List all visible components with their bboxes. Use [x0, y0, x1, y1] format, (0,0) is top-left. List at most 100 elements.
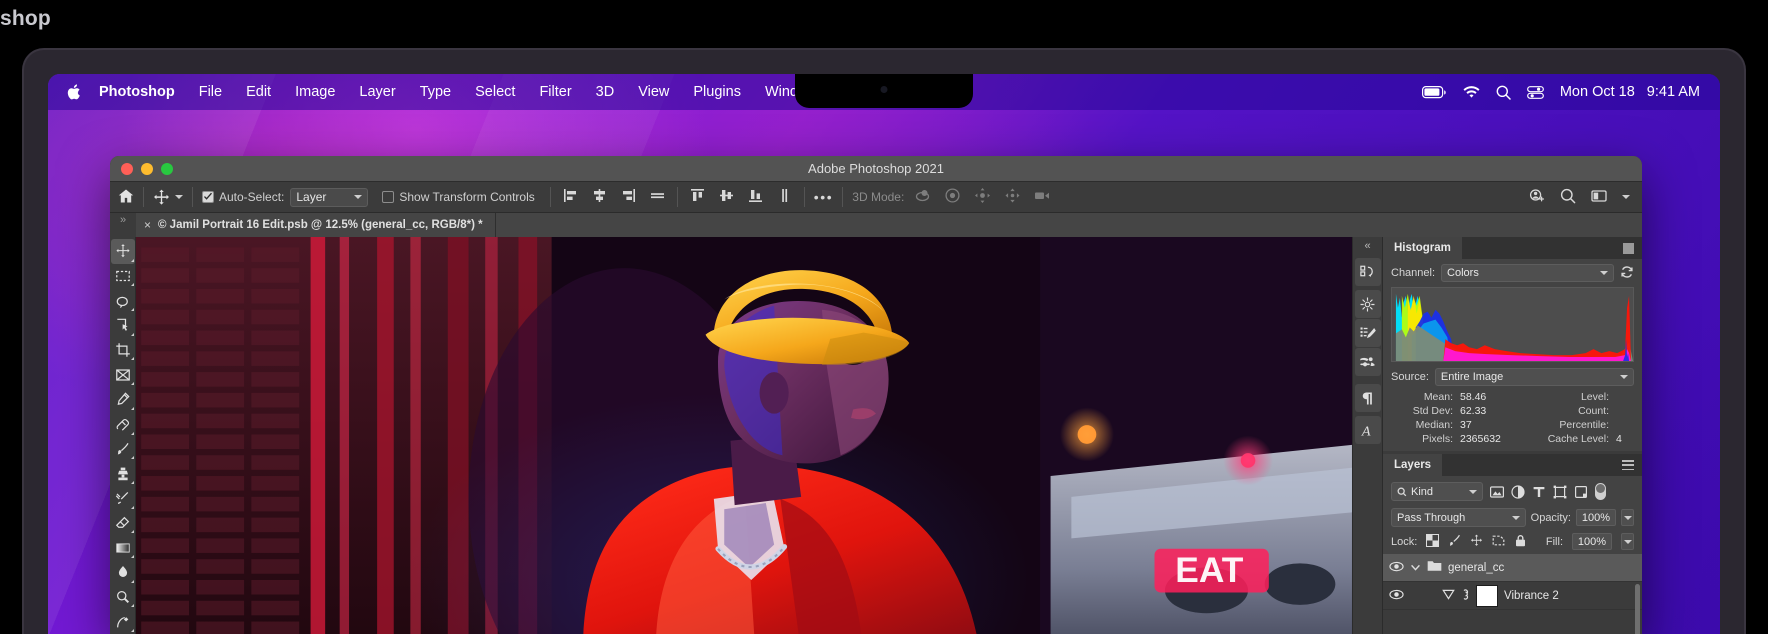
spot-healing-brush-tool[interactable] — [111, 412, 135, 437]
align-top-edges-icon[interactable] — [690, 188, 705, 206]
panel-menu-icon[interactable] — [1622, 454, 1642, 476]
wifi-icon[interactable] — [1463, 85, 1480, 99]
apple-logo-icon[interactable] — [66, 83, 81, 101]
window-title-bar[interactable]: Adobe Photoshop 2021 — [110, 156, 1642, 182]
source-dropdown[interactable]: Entire Image — [1434, 368, 1634, 386]
menu-item-file[interactable]: File — [187, 84, 234, 100]
share-icon[interactable] — [1529, 188, 1545, 207]
channel-dropdown[interactable]: Colors — [1441, 264, 1614, 282]
brush-settings-panel-icon[interactable] — [1354, 348, 1381, 376]
frame-tool[interactable] — [111, 362, 135, 387]
fill-stepper[interactable] — [1621, 533, 1634, 550]
3d-slide-icon[interactable] — [1004, 187, 1021, 207]
lock-image-pixels-icon[interactable] — [1448, 534, 1461, 550]
control-center-icon[interactable] — [1526, 85, 1544, 99]
eyedropper-tool[interactable] — [111, 387, 135, 412]
menu-bar-clock[interactable]: Mon Oct 18 9:41 AM — [1560, 84, 1700, 100]
distribute-horizontally-icon[interactable] — [650, 188, 665, 206]
align-horizontal-centers-icon[interactable] — [592, 188, 607, 206]
close-icon[interactable]: × — [144, 218, 151, 232]
pen-tool[interactable] — [111, 609, 135, 634]
brush-tool[interactable] — [111, 437, 135, 462]
crop-tool[interactable] — [111, 338, 135, 363]
align-left-edges-icon[interactable] — [563, 188, 578, 206]
menu-item-select[interactable]: Select — [463, 84, 527, 100]
opacity-value[interactable]: 100% — [1576, 509, 1616, 526]
fill-value[interactable]: 100% — [1572, 533, 1612, 550]
dodge-tool[interactable] — [111, 585, 135, 610]
layer-visibility-icon[interactable] — [1389, 587, 1404, 605]
minimize-button[interactable] — [141, 162, 153, 175]
document-canvas[interactable]: EAT — [136, 237, 1352, 634]
lasso-tool[interactable] — [111, 288, 135, 313]
paragraph-panel-icon[interactable] — [1354, 384, 1381, 412]
menu-item-type[interactable]: Type — [408, 84, 463, 100]
layer-list-scrollbar[interactable] — [1635, 584, 1640, 634]
distribute-vertically-icon[interactable] — [777, 188, 792, 206]
search-icon[interactable] — [1560, 188, 1576, 207]
panel-menu-icon[interactable] — [1623, 237, 1642, 259]
filter-adjustment-icon[interactable] — [1511, 484, 1525, 499]
blend-mode-dropdown[interactable]: Pass Through — [1391, 508, 1526, 527]
lock-transparent-pixels-icon[interactable] — [1426, 533, 1440, 550]
3d-camera-icon[interactable] — [1034, 187, 1051, 207]
active-tool-move-icon[interactable] — [153, 189, 183, 206]
menu-item-view[interactable]: View — [626, 84, 681, 100]
blur-tool[interactable] — [111, 560, 135, 585]
menu-item-3d[interactable]: 3D — [584, 84, 627, 100]
layer-visibility-icon[interactable] — [1389, 559, 1404, 577]
chevron-down-icon[interactable] — [175, 195, 183, 199]
show-transform-controls-checkbox[interactable] — [382, 191, 395, 203]
align-vertical-centers-icon[interactable] — [719, 188, 734, 206]
3d-pan-icon[interactable] — [974, 187, 991, 207]
collapse-panels-button[interactable]: « — [1364, 239, 1370, 254]
table-row[interactable]: Vibrance 2 — [1383, 582, 1642, 610]
home-icon[interactable] — [118, 188, 134, 207]
gradient-tool[interactable] — [111, 535, 135, 560]
battery-icon[interactable] — [1421, 85, 1447, 99]
filter-enable-toggle[interactable] — [1595, 483, 1606, 500]
rectangular-marquee-tool[interactable] — [111, 264, 135, 289]
refresh-icon[interactable] — [1620, 265, 1634, 282]
menu-item-edit[interactable]: Edit — [234, 84, 283, 100]
document-tab[interactable]: × © Jamil Portrait 16 Edit.psb @ 12.5% (… — [136, 213, 496, 237]
opacity-stepper[interactable] — [1621, 509, 1634, 526]
history-brush-tool[interactable] — [111, 486, 135, 511]
workspace-icon[interactable] — [1591, 188, 1607, 207]
filter-shape-icon[interactable] — [1553, 485, 1567, 499]
group-disclosure-icon[interactable] — [1410, 564, 1421, 571]
align-bottom-edges-icon[interactable] — [748, 188, 763, 206]
menu-item-filter[interactable]: Filter — [527, 84, 583, 100]
table-row[interactable]: general_cc — [1383, 554, 1642, 582]
zoom-button[interactable] — [161, 162, 173, 175]
tab-overflow-button[interactable]: » — [110, 213, 136, 237]
menu-item-image[interactable]: Image — [283, 84, 347, 100]
menu-app-name[interactable]: Photoshop — [99, 84, 187, 100]
filter-smart-object-icon[interactable] — [1574, 485, 1588, 499]
menu-item-layer[interactable]: Layer — [347, 84, 407, 100]
auto-select-dropdown[interactable]: Layer — [290, 187, 369, 207]
menu-item-plugins[interactable]: Plugins — [681, 84, 753, 100]
tab-histogram[interactable]: Histogram — [1383, 237, 1462, 259]
close-button[interactable] — [121, 162, 133, 175]
align-right-edges-icon[interactable] — [621, 188, 636, 206]
more-options-button[interactable]: ••• — [814, 189, 834, 205]
eraser-tool[interactable] — [111, 511, 135, 536]
adjustments-panel-icon[interactable] — [1354, 290, 1381, 318]
3d-roll-icon[interactable] — [944, 187, 961, 207]
layer-link-icon[interactable] — [1461, 588, 1470, 604]
filter-type-icon[interactable] — [1532, 485, 1546, 499]
3d-orbit-icon[interactable] — [914, 187, 931, 207]
lock-all-icon[interactable] — [1514, 534, 1527, 550]
history-panel-icon[interactable] — [1354, 258, 1381, 286]
auto-select-checkbox[interactable] — [202, 191, 214, 203]
clone-stamp-tool[interactable] — [111, 461, 135, 486]
layer-list[interactable]: general_cc Vibrance 2 — [1383, 554, 1642, 634]
layer-kind-dropdown[interactable]: Kind — [1391, 482, 1483, 501]
character-panel-icon[interactable]: A — [1354, 416, 1381, 444]
lock-position-icon[interactable] — [1470, 534, 1483, 550]
chevron-down-icon[interactable] — [1622, 195, 1630, 199]
quick-selection-tool[interactable] — [111, 313, 135, 338]
layer-thumbnail[interactable] — [1476, 584, 1498, 607]
lock-artboard-nesting-icon[interactable] — [1492, 534, 1505, 550]
